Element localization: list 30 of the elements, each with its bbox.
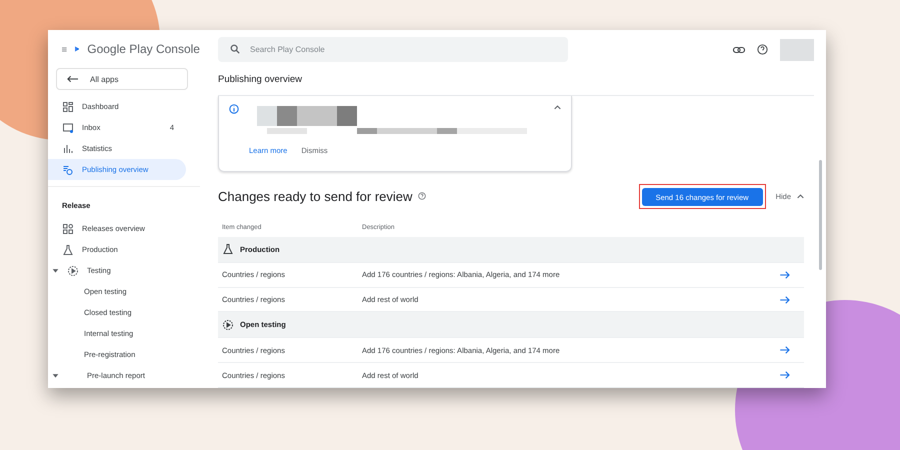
search-icon: [230, 44, 240, 54]
arrow-right-icon[interactable]: [780, 346, 790, 354]
caret-down-icon: [52, 267, 59, 274]
publishing-icon: [62, 164, 74, 176]
menu-icon[interactable]: [62, 44, 67, 54]
arrow-right-icon[interactable]: [780, 371, 790, 380]
flask-icon: [222, 243, 234, 256]
play-circle-icon: [222, 318, 234, 331]
arrow-right-icon[interactable]: [780, 296, 790, 304]
bar-chart-icon: [62, 142, 74, 154]
caret-down-icon: [52, 372, 59, 379]
all-apps-button[interactable]: All apps: [56, 68, 188, 90]
dashboard-icon: [62, 100, 74, 112]
help-icon[interactable]: [418, 192, 426, 200]
link-icon[interactable]: [733, 46, 745, 54]
search-field[interactable]: Search Play Console: [218, 37, 568, 62]
chevron-up-icon: [797, 192, 804, 200]
product-name: Google Play Console: [87, 42, 200, 56]
arrow-right-icon[interactable]: [780, 270, 790, 279]
help-icon[interactable]: [757, 44, 768, 55]
section-title: Changes ready to send for review: [218, 188, 412, 204]
inbox-icon: [62, 122, 74, 134]
grid-icon: [62, 222, 74, 234]
flask-icon: [62, 244, 74, 256]
scrollbar[interactable]: [819, 160, 822, 270]
info-icon: [229, 104, 239, 114]
play-circle-icon: [67, 264, 79, 276]
page-title: Publishing overview: [218, 62, 814, 96]
back-arrow-icon: [67, 75, 78, 83]
chevron-up-icon: [554, 104, 561, 111]
